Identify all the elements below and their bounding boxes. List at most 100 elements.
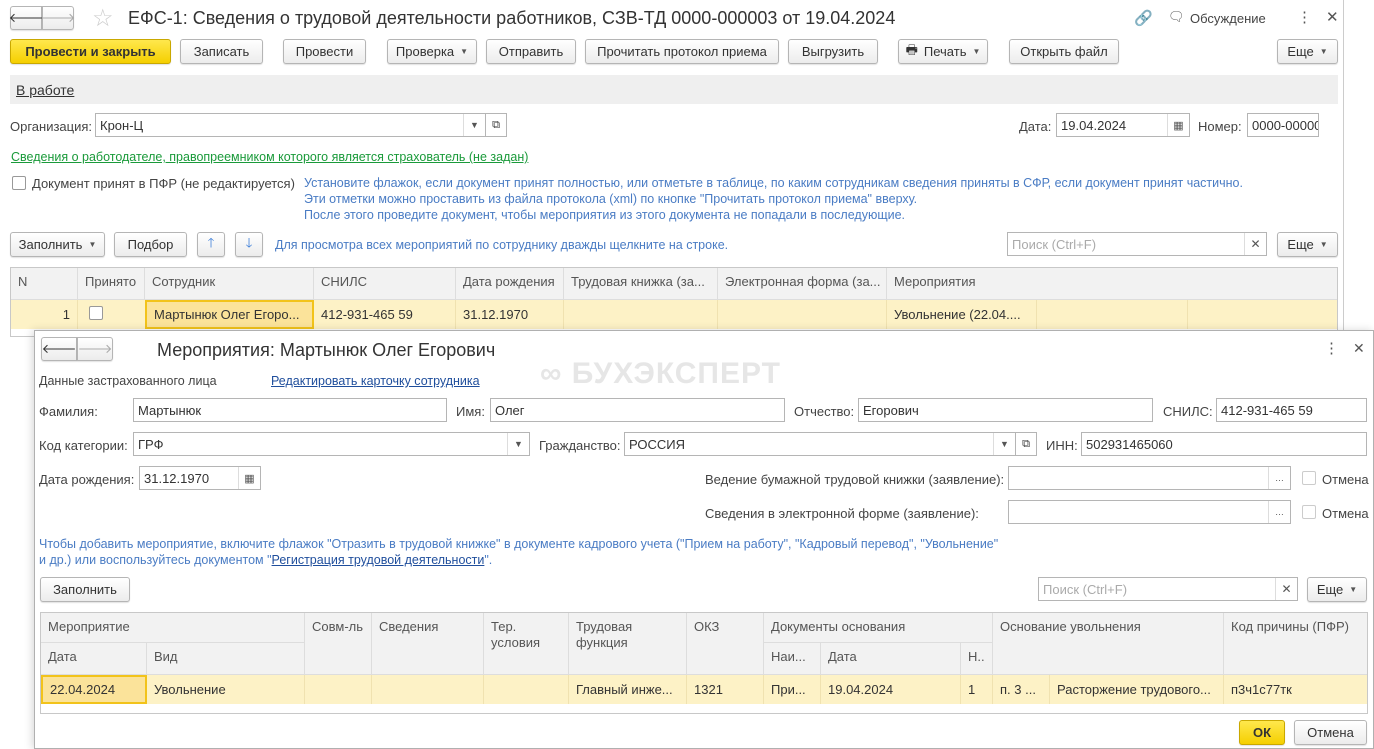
col-func[interactable]: Трудовая функция — [569, 613, 687, 675]
close-icon[interactable]: ✕ — [1326, 8, 1339, 26]
col-doc-name[interactable]: Наи... — [764, 643, 821, 675]
fill-button[interactable]: Заполнить ▼ — [10, 232, 105, 257]
col-parttime[interactable]: Совм-ль — [305, 613, 372, 675]
insured-label: Данные застрахованного лица — [39, 374, 217, 388]
col-book[interactable]: Трудовая книжка (за... — [564, 268, 718, 300]
check-button[interactable]: Проверка ▼ — [387, 39, 477, 64]
category-field[interactable]: ГРФ ▼ — [133, 432, 530, 456]
employer-link[interactable]: Сведения о работодателе, правопреемником… — [11, 150, 528, 164]
search-input[interactable]: Поиск (Ctrl+F) ✕ — [1007, 232, 1267, 256]
col-terr[interactable]: Тер. условия — [484, 613, 569, 675]
citizenship-open-button[interactable]: ⧉ — [1015, 432, 1037, 456]
col-doc-date[interactable]: Дата — [821, 643, 961, 675]
cell-info — [372, 675, 484, 704]
dialog-search-input[interactable]: Поиск (Ctrl+F) ✕ — [1038, 577, 1298, 601]
move-up-button[interactable]: 🡑 — [197, 232, 225, 257]
snils-field[interactable]: 412-931-465 59 — [1216, 398, 1367, 422]
snils-value: 412-931-465 59 — [1221, 402, 1313, 418]
name-field[interactable]: Олег — [490, 398, 785, 422]
more-menu-icon[interactable]: ⋮ — [1297, 8, 1312, 26]
hint-line-1: Установите флажок, если документ принят … — [304, 176, 1243, 190]
dialog-back-button[interactable]: 🡐 — [41, 337, 77, 361]
dialog-forward-button[interactable]: 🡒 — [77, 337, 113, 361]
select-icon[interactable]: … — [1268, 467, 1290, 489]
surname-label: Фамилия: — [39, 404, 98, 419]
link-icon[interactable]: 🔗 — [1134, 9, 1153, 27]
col-reason[interactable]: Основание увольнения — [993, 613, 1224, 675]
clear-icon[interactable]: ✕ — [1244, 233, 1266, 255]
patronymic-field[interactable]: Егорович — [858, 398, 1153, 422]
cell-book — [564, 300, 718, 329]
cancel-button[interactable]: Отмена — [1294, 720, 1367, 745]
discussion-button[interactable]: Обсуждение — [1190, 11, 1266, 26]
dialog-close-icon[interactable]: ✕ — [1353, 340, 1365, 357]
forward-button[interactable]: 🡒 — [41, 6, 75, 30]
birth-value: 31.12.1970 — [144, 470, 210, 486]
col-snils[interactable]: СНИЛС — [314, 268, 456, 300]
calendar-icon[interactable]: ▦ — [238, 467, 260, 489]
move-down-button[interactable]: 🡓 — [235, 232, 263, 257]
paper-book-field[interactable]: … — [1008, 466, 1291, 490]
pick-button[interactable]: Подбор — [114, 232, 187, 257]
more-button[interactable]: Еще ▼ — [1277, 39, 1338, 64]
row-accepted-checkbox[interactable] — [89, 306, 103, 320]
col-kind[interactable]: Вид — [147, 643, 305, 675]
registration-link[interactable]: Регистрация трудовой деятельности — [272, 553, 485, 567]
table-row[interactable]: 1 Мартынюк Олег Егоро... 412-931-465 59 … — [11, 300, 1337, 329]
surname-field[interactable]: Мартынюк — [133, 398, 447, 422]
back-button[interactable]: 🡐 — [9, 6, 43, 30]
select-icon[interactable]: … — [1268, 501, 1290, 523]
upload-button[interactable]: Выгрузить — [788, 39, 878, 64]
calendar-icon[interactable]: ▦ — [1167, 114, 1189, 136]
dialog-more-button[interactable]: Еще ▼ — [1307, 577, 1367, 602]
save-button[interactable]: Записать — [180, 39, 263, 64]
clear-icon[interactable]: ✕ — [1275, 578, 1297, 600]
send-button[interactable]: Отправить — [486, 39, 576, 64]
org-open-button[interactable]: ⧉ — [485, 113, 507, 137]
more-label: Еще — [1316, 582, 1344, 597]
number-field[interactable]: 0000-000003 — [1247, 113, 1319, 137]
window-title: ЕФС-1: Сведения о трудовой деятельности … — [128, 8, 896, 28]
citizenship-field[interactable]: РОССИЯ ▼ — [624, 432, 1016, 456]
dropdown-icon[interactable]: ▼ — [463, 114, 485, 136]
table-row[interactable]: 22.04.2024 Увольнение Главный инже... 13… — [41, 675, 1367, 704]
post-button[interactable]: Провести — [283, 39, 366, 64]
post-close-button[interactable]: Провести и закрыть — [10, 39, 171, 64]
birth-field[interactable]: 31.12.1970 ▦ — [139, 466, 261, 490]
col-info[interactable]: Сведения — [372, 613, 484, 675]
edit-employee-link[interactable]: Редактировать карточку сотрудника — [271, 374, 480, 388]
col-date[interactable]: Дата — [41, 643, 147, 675]
col-accepted[interactable]: Принято — [78, 268, 145, 300]
col-event[interactable]: Мероприятие — [41, 613, 305, 643]
cell-doc-name: При... — [764, 675, 821, 704]
col-n[interactable]: N — [11, 268, 78, 300]
cell-employee: Мартынюк Олег Егоро... — [145, 300, 314, 329]
dropdown-icon[interactable]: ▼ — [507, 433, 529, 455]
col-eform[interactable]: Электронная форма (за... — [718, 268, 887, 300]
ok-button[interactable]: ОК — [1239, 720, 1285, 745]
status-link[interactable]: В работе — [16, 82, 74, 98]
date-field[interactable]: 19.04.2024 ▦ — [1056, 113, 1190, 137]
discussion-icon[interactable]: 🗨 — [1168, 9, 1185, 25]
org-field[interactable]: Крон-Ц ▼ — [95, 113, 486, 137]
dialog-fill-button[interactable]: Заполнить — [40, 577, 130, 602]
dialog-more-icon[interactable]: ⋮ — [1324, 339, 1339, 357]
col-birth[interactable]: Дата рождения — [456, 268, 564, 300]
col-events[interactable]: Мероприятия — [887, 268, 1337, 300]
paper-cancel-checkbox[interactable] — [1302, 471, 1316, 485]
open-file-button[interactable]: Открыть файл — [1009, 39, 1119, 64]
inn-field[interactable]: 502931465060 — [1081, 432, 1367, 456]
read-protocol-button[interactable]: Прочитать протокол приема — [585, 39, 779, 64]
accepted-checkbox[interactable] — [12, 176, 26, 190]
print-button[interactable]: 🖶 Печать ▼ — [898, 39, 988, 64]
eform-cancel-checkbox[interactable] — [1302, 505, 1316, 519]
col-employee[interactable]: Сотрудник — [145, 268, 314, 300]
col-doc-num[interactable]: Н.. — [961, 643, 993, 675]
table-more-button[interactable]: Еще ▼ — [1277, 232, 1338, 257]
col-docs[interactable]: Документы основания — [764, 613, 993, 643]
col-okz[interactable]: ОКЗ — [687, 613, 764, 675]
star-icon[interactable]: ☆ — [92, 4, 114, 33]
eform-field[interactable]: … — [1008, 500, 1291, 524]
dropdown-icon[interactable]: ▼ — [993, 433, 1015, 455]
col-code[interactable]: Код причины (ПФР) — [1224, 613, 1367, 675]
